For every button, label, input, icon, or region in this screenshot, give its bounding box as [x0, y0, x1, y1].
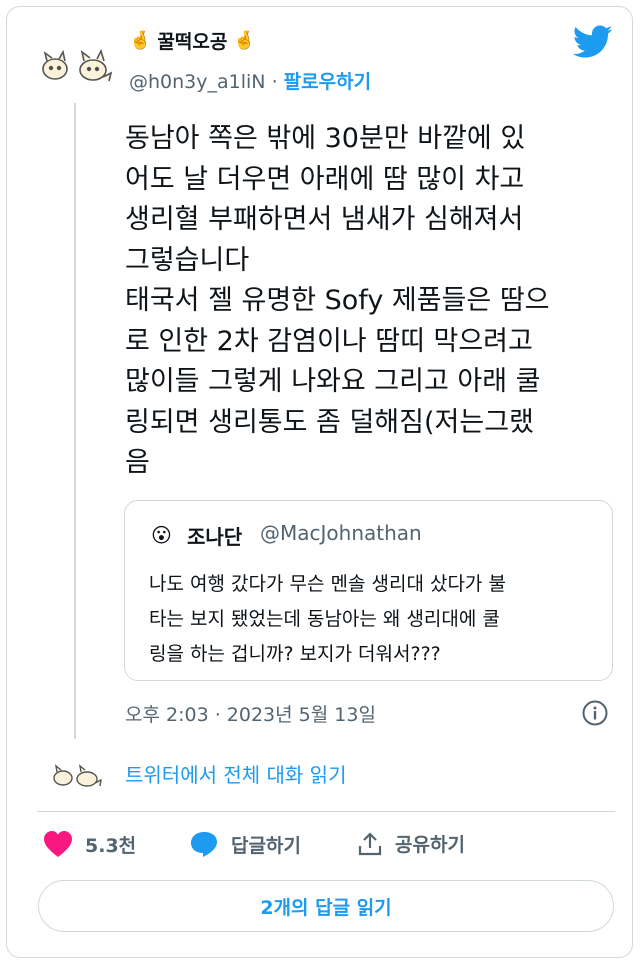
- author-name[interactable]: 꿀떡오공: [157, 27, 227, 54]
- crossed-fingers-icon: 🤞: [129, 30, 152, 51]
- quote-avatar: 😮: [151, 523, 172, 547]
- tweet-card: 🤞 꿀떡오공 🤞 @h0n3y_a1liN · 팔로우하기 동남아 쪽은 밖에 …: [6, 6, 633, 958]
- author-name-row[interactable]: 🤞 꿀떡오공 🤞: [129, 27, 256, 54]
- twitter-bird-icon[interactable]: [573, 25, 613, 59]
- read-full-conversation-link[interactable]: 트위터에서 전체 대화 읽기: [125, 759, 346, 788]
- like-button[interactable]: 5.3천: [43, 830, 136, 858]
- info-icon[interactable]: [581, 699, 609, 727]
- reply-bubble-icon: [191, 832, 217, 857]
- divider: [37, 811, 615, 812]
- like-count: 5.3천: [85, 834, 137, 857]
- read-replies-button[interactable]: 2개의 답글 읽기: [38, 880, 614, 932]
- tweet-timestamp[interactable]: 오후 2:03 · 2023년 5월 13일: [125, 700, 376, 727]
- quoted-tweet[interactable]: 😮 조나단 @MacJohnathan 나도 여행 갔다가 무슨 멘솔 생리대 …: [124, 500, 613, 681]
- reply-label: 답글하기: [231, 834, 301, 857]
- follow-button[interactable]: 팔로우하기: [284, 71, 371, 93]
- author-handle-row: @h0n3y_a1liN · 팔로우하기: [129, 67, 371, 94]
- small-avatar: [53, 764, 102, 787]
- crossed-fingers-icon: 🤞: [233, 30, 256, 51]
- share-button[interactable]: 공유하기: [357, 830, 465, 857]
- author-handle[interactable]: @h0n3y_a1liN: [129, 71, 266, 93]
- reply-button[interactable]: 답글하기: [189, 830, 301, 858]
- avatar[interactable]: [37, 43, 119, 85]
- tweet-text: 동남아 쪽은 밖에 30분만 바깥에 있 어도 날 더우면 아래에 땀 많이 차…: [125, 123, 550, 478]
- share-label: 공유하기: [395, 834, 465, 856]
- share-icon: [358, 831, 382, 855]
- quote-author-name: 조나단: [187, 525, 243, 549]
- quote-author-handle: @MacJohnathan: [260, 521, 422, 545]
- thread-line: [74, 103, 76, 739]
- quote-text: 나도 여행 갔다가 무슨 멘솔 생리대 샀다가 불 타는 보지 됐었는데 동남아…: [149, 573, 506, 665]
- heart-icon: [44, 831, 72, 857]
- separator-dot: ·: [271, 71, 278, 93]
